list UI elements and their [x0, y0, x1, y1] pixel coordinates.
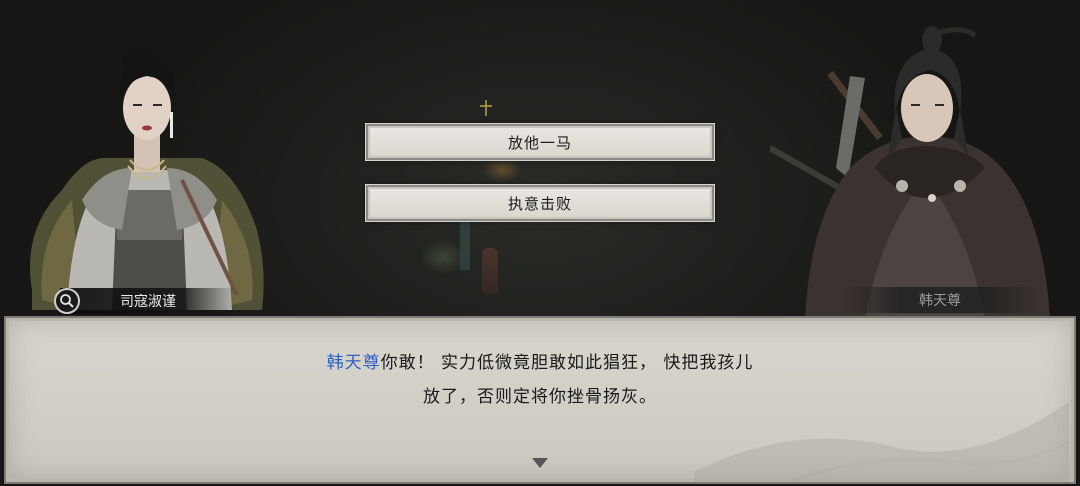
- background-bush: [420, 240, 466, 274]
- character-name-right: 韩天尊: [919, 293, 961, 309]
- choice-spare-button[interactable]: 放他一马: [365, 123, 715, 161]
- portrait-left-character: [30, 48, 264, 310]
- speaker-name: 韩天尊: [326, 353, 381, 373]
- campfire-glow: [482, 158, 522, 182]
- search-icon: [60, 294, 74, 308]
- dialog-line-1: 韩天尊你敢！ 实力低微竟胆敢如此猖狂， 快把我孩儿: [6, 348, 1074, 373]
- background-npc: [482, 248, 498, 294]
- lamp-marker-icon: [480, 100, 492, 116]
- ink-wash-decoration: [694, 402, 1070, 482]
- game-scene: 放他一马 执意击败 司寇淑谨 韩天尊 韩天尊你敢！ 实力低微竟胆敢如此猖狂， 快…: [0, 0, 1080, 486]
- nameplate-right: 韩天尊: [840, 287, 1040, 313]
- dialog-text-1: 你敢！ 实力低微竟胆敢如此猖狂， 快把我孩儿: [380, 353, 754, 373]
- advance-arrow-icon[interactable]: [532, 458, 548, 468]
- character-name-left: 司寇淑谨: [120, 294, 176, 310]
- portrait-right-character: [770, 26, 1050, 320]
- choice-defeat-button[interactable]: 执意击败: [365, 184, 715, 222]
- dialog-box[interactable]: 韩天尊你敢！ 实力低微竟胆敢如此猖狂， 快把我孩儿 放了，否则定将你挫骨扬灰。: [4, 316, 1076, 484]
- dialog-line-2: 放了，否则定将你挫骨扬灰。: [423, 387, 657, 407]
- inspect-button[interactable]: [54, 288, 80, 314]
- nameplate-left: 司寇淑谨: [60, 288, 236, 314]
